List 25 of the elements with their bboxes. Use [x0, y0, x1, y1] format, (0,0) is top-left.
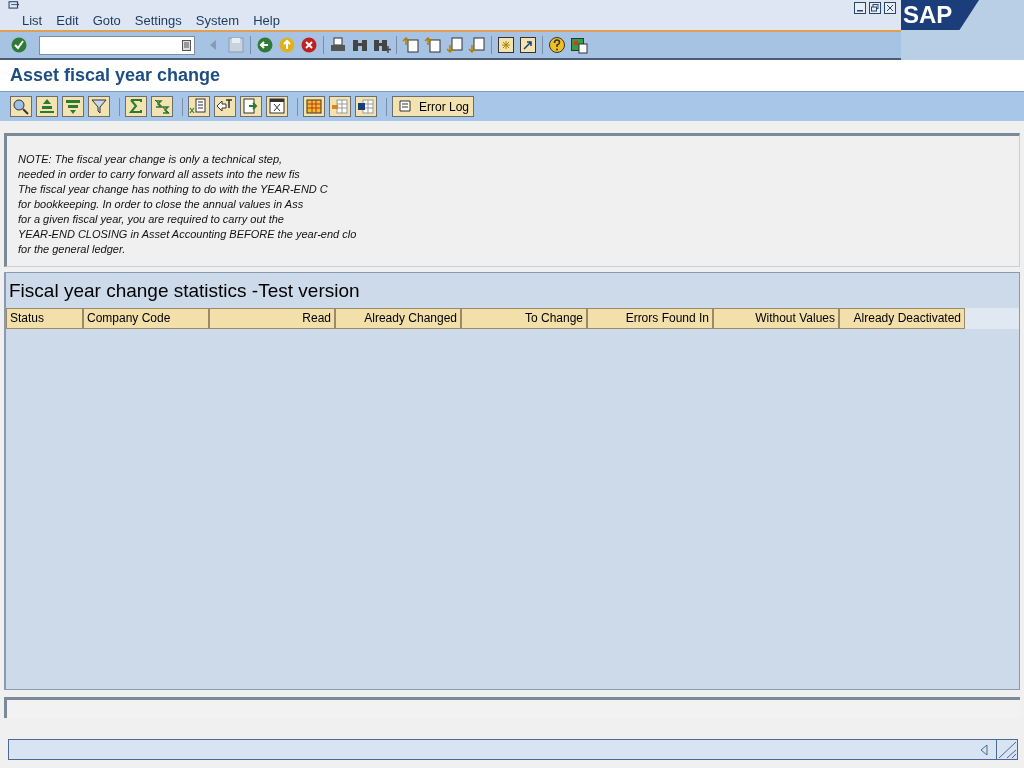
column-header[interactable]: Errors Found In	[587, 308, 713, 329]
screen-title: Asset fiscal year change	[10, 64, 221, 87]
column-header[interactable]: Read	[209, 308, 335, 329]
note-text-line: The fiscal year change has nothing to do with the YEAR-END C	[18, 182, 328, 197]
note-text-line: for a given fiscal year, you are required to carry out the	[18, 212, 284, 227]
note-text-line: for bookkeeping. In order to close the annual values in Ass	[18, 197, 304, 212]
column-header[interactable]: To Change	[461, 308, 587, 329]
logo: SAP	[901, 0, 979, 30]
error-log-button[interactable]: Error Log	[392, 96, 475, 117]
note-text-line: needed in order to carry forward all assets into the new fis	[18, 167, 300, 182]
note-text-line: for the general ledger.	[18, 242, 126, 257]
report-title: Fiscal year change statistics -Test version	[8, 279, 360, 303]
menu-item[interactable]: List	[22, 10, 43, 30]
column-header[interactable]: Already Deactivated	[839, 308, 965, 329]
column-header[interactable]: Without Values	[713, 308, 839, 329]
column-header[interactable]: Company Code	[83, 308, 209, 329]
menu-item[interactable]: Goto	[92, 10, 121, 30]
menu-item[interactable]: Edit	[56, 10, 79, 30]
note-text-line: NOTE: The fiscal year change is only a technical step,	[18, 152, 283, 167]
column-header[interactable]: Already Changed	[335, 308, 461, 329]
note-text-line: YEAR-END CLOSING in Asset Accounting BEFORE the year-end clo	[18, 227, 357, 242]
menu-item[interactable]: Help	[253, 10, 280, 30]
menu-item[interactable]: System	[195, 10, 240, 30]
column-header[interactable]: Status	[6, 308, 83, 329]
menu-item[interactable]: Settings	[134, 10, 182, 30]
